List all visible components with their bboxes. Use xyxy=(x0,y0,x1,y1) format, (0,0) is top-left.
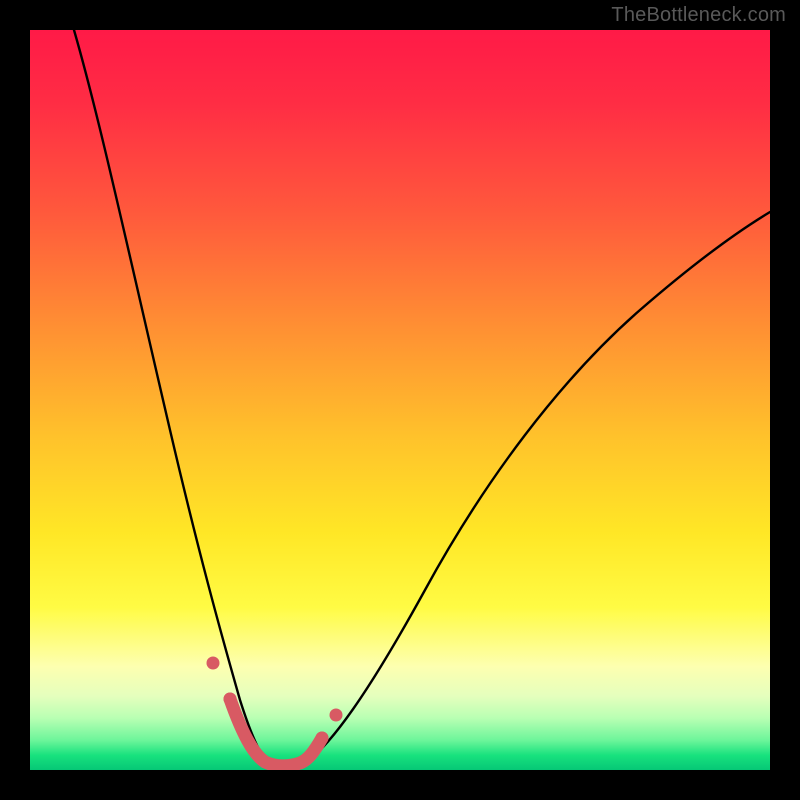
highlight-markers xyxy=(30,30,770,770)
valley-highlight-segment xyxy=(230,699,322,766)
marker-dot-left-outer xyxy=(207,657,220,670)
watermark-text: TheBottleneck.com xyxy=(611,4,786,27)
marker-dot-left-end xyxy=(224,693,237,706)
chart-stage: TheBottleneck.com xyxy=(0,0,800,800)
plot-area xyxy=(30,30,770,770)
marker-dot-right-outer xyxy=(330,709,343,722)
marker-dot-right-end xyxy=(316,732,329,745)
